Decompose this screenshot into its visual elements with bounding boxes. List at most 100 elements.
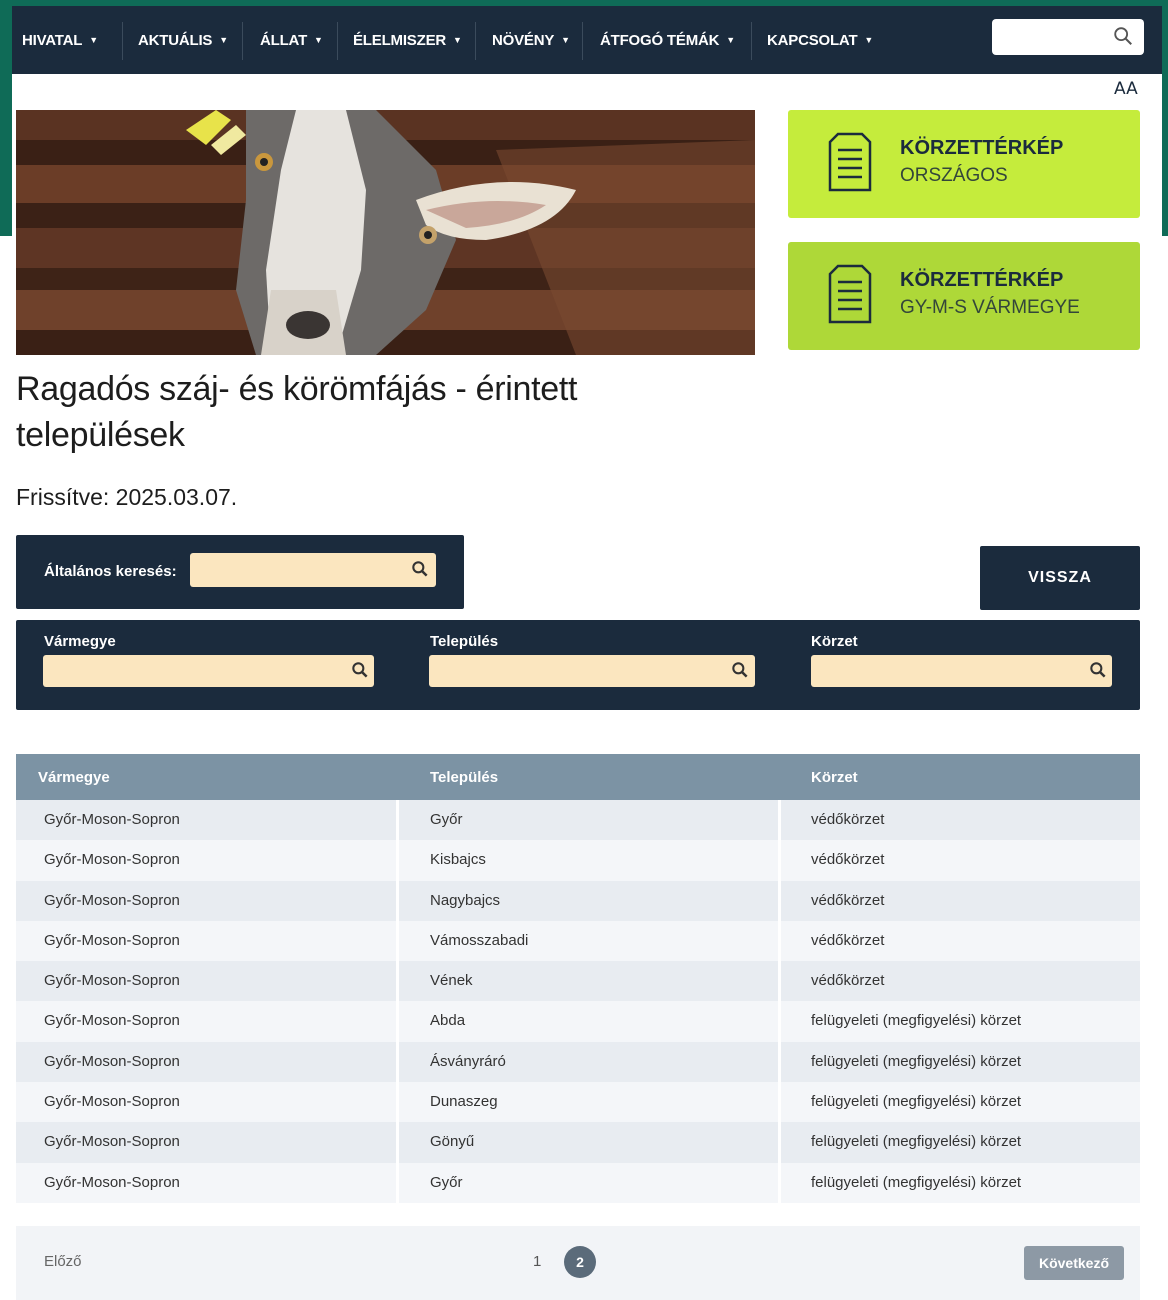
updated-date: Frissítve: 2025.03.07.: [16, 484, 238, 510]
column-header-varmegye[interactable]: Vármegye: [38, 769, 110, 786]
filter-bar: Vármegye Település Körzet: [16, 620, 1140, 710]
cell-telepules: Abda: [430, 1012, 466, 1030]
caret-down-icon: ▼: [726, 35, 735, 45]
nav-label: ÁLLAT: [260, 31, 308, 49]
font-size-toggle[interactable]: AA: [1114, 79, 1138, 99]
document-icon: [828, 132, 872, 192]
cell-varmegye: Győr-Moson-Sopron: [44, 1093, 180, 1111]
cell-varmegye: Győr-Moson-Sopron: [44, 1133, 180, 1151]
page-2-current[interactable]: 2: [564, 1246, 596, 1278]
search-icon[interactable]: [730, 660, 750, 680]
column-divider: [778, 800, 781, 1203]
cell-varmegye: Győr-Moson-Sopron: [44, 891, 180, 909]
column-header-korzet[interactable]: Körzet: [811, 769, 858, 786]
table-header: Vármegye Település Körzet: [16, 754, 1140, 800]
nav-label: KAPCSOLAT: [767, 31, 858, 49]
caret-down-icon: ▼: [219, 35, 228, 45]
general-search-input[interactable]: [190, 553, 436, 587]
nav-divider: [475, 22, 476, 60]
nav-item-atfogo-temak[interactable]: ÁTFOGÓ TÉMÁK ▼: [600, 6, 735, 74]
cell-telepules: Vének: [430, 972, 473, 990]
cell-varmegye: Győr-Moson-Sopron: [44, 851, 180, 869]
page-1-link[interactable]: 1: [533, 1253, 541, 1270]
cell-korzet: felügyeleti (megfigyelési) körzet: [811, 1012, 1022, 1030]
table-row: Győr-Moson-Sopron Abda felügyeleti (megfig…: [16, 1001, 1140, 1042]
nav-label: ÉLELMISZER: [353, 31, 447, 49]
nav-label: NÖVÉNY: [492, 31, 555, 49]
cell-korzet: védőkörzet: [811, 811, 885, 828]
back-button[interactable]: VISSZA: [980, 546, 1140, 610]
card-subtitle: GY-M-S VÁRMEGYE: [900, 297, 1080, 318]
varmegye-filter-input[interactable]: [43, 655, 374, 687]
search-icon[interactable]: [1088, 660, 1108, 680]
table-row: Győr-Moson-Sopron Kisbajcs védőkörzet: [16, 840, 1140, 881]
nav-item-kapcsolat[interactable]: KAPCSOLAT ▼: [767, 6, 873, 74]
table-row: Győr-Moson-Sopron Vámosszabadi védőkörzet: [16, 920, 1140, 962]
document-icon: [828, 264, 872, 324]
cell-telepules: Ásványráró: [430, 1052, 506, 1070]
card-title: KÖRZETTÉRKÉP: [900, 269, 1064, 291]
search-icon[interactable]: [350, 660, 370, 680]
search-icon[interactable]: [1112, 25, 1134, 47]
nav-item-elelmiszer[interactable]: ÉLELMISZER ▼: [353, 6, 462, 74]
card-title: KÖRZETTÉRKÉP: [900, 137, 1064, 159]
cell-varmegye: Győr-Moson-Sopron: [44, 1012, 180, 1030]
prev-page-button[interactable]: Előző: [44, 1253, 82, 1270]
nav-item-allat[interactable]: ÁLLAT ▼: [260, 6, 323, 74]
results-table: Vármegye Település Körzet Győr-Moson-Sop…: [16, 754, 1140, 1203]
top-navigation: HIVATAL ▼ AKTUÁLIS ▼ ÁLLAT ▼ ÉLELMISZER ▼ NÖ…: [12, 0, 1162, 74]
caret-down-icon: ▼: [561, 35, 570, 45]
caret-down-icon: ▼: [453, 35, 462, 45]
table-row: Győr-Moson-Sopron Ásványráró felügyeleti (…: [16, 1041, 1140, 1083]
cell-telepules: Győr: [430, 811, 463, 828]
cell-korzet: védőkörzet: [811, 972, 885, 990]
table-row: Győr-Moson-Sopron Gönyű felügyeleti (megfi…: [16, 1122, 1140, 1163]
cell-varmegye: Győr-Moson-Sopron: [44, 811, 180, 828]
general-search-box: Általános keresés:: [16, 535, 464, 609]
nav-divider: [751, 22, 752, 60]
cell-varmegye: Győr-Moson-Sopron: [44, 931, 180, 949]
nav-divider: [582, 22, 583, 60]
table-row: Győr-Moson-Sopron Vének védőkörzet: [16, 961, 1140, 1002]
filter-label-telepules: Település: [430, 633, 499, 650]
filter-label-korzet: Körzet: [811, 633, 858, 650]
pagination: Előző 1 2 Következő: [16, 1226, 1140, 1300]
table-row: Győr-Moson-Sopron Győr védőkörzet: [16, 800, 1140, 841]
nav-item-noveny[interactable]: NÖVÉNY ▼: [492, 6, 570, 74]
nav-item-hivatal[interactable]: HIVATAL ▼: [22, 6, 98, 74]
search-icon[interactable]: [410, 559, 430, 579]
table-row: Győr-Moson-Sopron Nagybajcs védőkörzet: [16, 880, 1140, 921]
cell-korzet: védőkörzet: [811, 931, 885, 949]
table-body: Győr-Moson-Sopron Győr védőkörzet Győr-Moso…: [16, 800, 1140, 1203]
filter-label-varmegye: Vármegye: [44, 633, 116, 650]
column-header-telepules[interactable]: Település: [430, 769, 498, 786]
caret-down-icon: ▼: [89, 35, 98, 45]
nav-label: HIVATAL: [22, 31, 83, 49]
cell-korzet: felügyeleti (megfigyelési) körzet: [811, 1093, 1022, 1111]
cell-korzet: felügyeleti (megfigyelési) körzet: [811, 1133, 1022, 1151]
telepules-filter-input[interactable]: [429, 655, 755, 687]
cell-telepules: Győr: [430, 1173, 463, 1191]
nav-label: ÁTFOGÓ TÉMÁK: [600, 31, 720, 49]
cell-korzet: védőkörzet: [811, 851, 885, 869]
nav-divider: [337, 22, 338, 60]
nav-label: AKTUÁLIS: [138, 31, 213, 49]
nav-item-aktualis[interactable]: AKTUÁLIS ▼: [138, 6, 228, 74]
nav-divider: [242, 22, 243, 60]
korzet-filter-input[interactable]: [811, 655, 1112, 687]
cell-telepules: Gönyű: [430, 1133, 475, 1151]
page-title: Ragadós száj- és körömfájás - érintett t…: [16, 370, 578, 454]
cell-telepules: Vámosszabadi: [430, 931, 529, 949]
caret-down-icon: ▼: [314, 35, 323, 45]
cell-varmegye: Győr-Moson-Sopron: [44, 972, 180, 990]
cell-telepules: Dunaszeg: [430, 1093, 498, 1111]
cell-korzet: felügyeleti (megfigyelési) körzet: [811, 1173, 1022, 1191]
card-korzetterkep-gyms[interactable]: KÖRZETTÉRKÉP GY-M-S VÁRMEGYE: [788, 242, 1140, 350]
cell-varmegye: Győr-Moson-Sopron: [44, 1052, 180, 1070]
next-page-button[interactable]: Következő: [1024, 1246, 1124, 1280]
cell-telepules: Kisbajcs: [430, 851, 486, 869]
general-search-label: Általános keresés:: [44, 563, 177, 580]
table-row: Győr-Moson-Sopron Győr felügyeleti (megfig…: [16, 1162, 1140, 1203]
card-korzetterkep-orszagos[interactable]: KÖRZETTÉRKÉP ORSZÁGOS: [788, 110, 1140, 218]
nav-divider: [122, 22, 123, 60]
